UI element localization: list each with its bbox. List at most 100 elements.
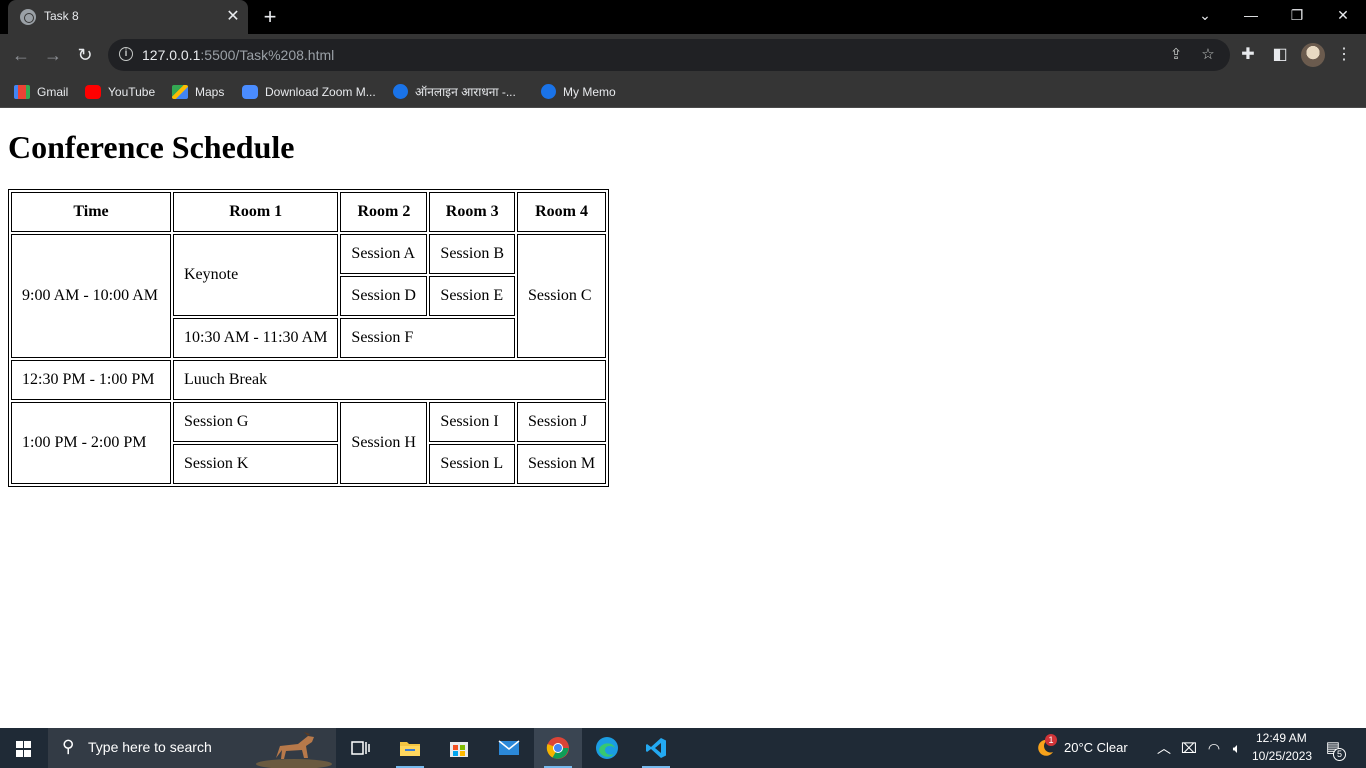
bookmarks-bar: Gmail YouTube Maps Download Zoom M... ऑन…	[0, 76, 1366, 108]
mail-icon	[498, 740, 520, 755]
bookmark-zoom[interactable]: Download Zoom M...	[242, 82, 376, 102]
globe-icon	[393, 84, 408, 99]
search-highlight-horse-icon	[256, 732, 332, 768]
forward-button[interactable]: →	[40, 42, 66, 68]
time-cell: 10:30 AM - 11:30 AM	[173, 318, 339, 358]
bookmark-gmail[interactable]: Gmail	[14, 82, 68, 102]
url-host: 127.0.0.1	[142, 47, 201, 63]
session-cell: Session E	[429, 276, 515, 316]
store-icon	[450, 742, 468, 757]
taskbar: ⚲ Type here to search 1 20°C Clear ︿ ⌧ ◠…	[0, 728, 1366, 768]
session-cell: Session I	[429, 402, 515, 442]
bookmark-label: ऑनलाइन आराधना -...	[415, 85, 516, 99]
task-view-icon	[351, 741, 370, 755]
clock-date[interactable]: 10/25/2023	[1252, 749, 1312, 763]
maps-icon	[172, 85, 188, 99]
bookmark-maps[interactable]: Maps	[172, 82, 224, 102]
table-row: 9:00 AM - 10:00 AM Keynote Session A Ses…	[11, 234, 607, 358]
taskbar-edge[interactable]	[583, 728, 631, 768]
weather-text[interactable]: 20°C Clear	[1064, 740, 1128, 755]
header-room-1: Room 1	[173, 192, 339, 232]
show-hidden-icons-chevron-icon[interactable]: ︿	[1155, 739, 1173, 757]
url-text[interactable]: 127.0.0.1:5500/Task%208.html	[142, 47, 334, 63]
table-row: 1:00 PM - 2:00 PM Session G Session H Se…	[11, 402, 607, 484]
extensions-puzzle-icon[interactable]: ✚	[1238, 44, 1258, 66]
tab-strip: Task 8 ✕ + ⌄ — ❐ ✕	[0, 0, 1366, 34]
browser-toolbar: ← → ↻ i 127.0.0.1:5500/Task%208.html ⇪ ☆…	[0, 34, 1366, 76]
bookmark-star-icon[interactable]: ☆	[1198, 45, 1218, 65]
windows-logo-icon	[16, 741, 32, 757]
taskbar-file-explorer[interactable]	[386, 728, 434, 768]
url-path: :5500/Task%208.html	[200, 47, 335, 63]
browser-tab[interactable]: Task 8 ✕	[8, 0, 248, 34]
gmail-icon	[14, 85, 30, 99]
reload-button[interactable]: ↻	[72, 42, 98, 68]
close-window-button[interactable]: ✕	[1320, 0, 1366, 32]
table-header-row: Time Room 1 Room 2 Room 3 Room 4	[11, 192, 607, 232]
globe-icon	[20, 9, 36, 25]
time-cell: 1:00 PM - 2:00 PM	[11, 402, 171, 484]
profile-avatar[interactable]	[1301, 43, 1325, 67]
page-content: Conference Schedule Time Room 1 Room 2 R…	[0, 108, 1366, 728]
share-icon[interactable]: ⇪	[1166, 45, 1186, 65]
folder-icon	[400, 742, 420, 756]
clock-time[interactable]: 12:49 AM	[1256, 731, 1307, 745]
session-cell: Session D	[340, 276, 428, 316]
session-cell: Session C	[517, 234, 607, 358]
close-tab-icon[interactable]: ✕	[224, 8, 242, 26]
session-cell: Session K	[173, 444, 339, 484]
minimize-button[interactable]: —	[1228, 0, 1274, 32]
globe-icon	[541, 84, 556, 99]
taskbar-microsoft-store[interactable]	[435, 728, 483, 768]
bookmark-my-memo[interactable]: My Memo	[541, 82, 616, 102]
bookmark-label: Download Zoom M...	[265, 85, 376, 99]
table-row: 12:30 PM - 1:00 PM Luuch Break	[11, 360, 607, 400]
tab-search-chevron-icon[interactable]: ⌄	[1182, 0, 1228, 32]
meet-now-icon[interactable]: ⌧	[1180, 739, 1198, 757]
bookmark-label: Gmail	[37, 85, 69, 99]
session-cell: Keynote	[173, 234, 339, 316]
new-tab-button[interactable]: +	[258, 5, 282, 29]
search-icon: ⚲	[62, 737, 75, 756]
notification-count-badge: 5	[1333, 748, 1346, 761]
time-cell: 12:30 PM - 1:00 PM	[11, 360, 171, 400]
weather-badge: 1	[1045, 734, 1057, 746]
header-room-2: Room 2	[340, 192, 428, 232]
vscode-icon	[646, 738, 666, 758]
taskbar-chrome[interactable]	[534, 728, 582, 768]
bookmark-online-aradhana[interactable]: ऑनलाइन आराधना -...	[393, 82, 516, 102]
site-info-icon[interactable]: i	[119, 47, 133, 61]
session-cell: Session F	[340, 318, 515, 358]
session-cell: Session G	[173, 402, 339, 442]
start-button[interactable]	[0, 728, 48, 768]
restore-button[interactable]: ❐	[1274, 0, 1320, 32]
schedule-table: Time Room 1 Room 2 Room 3 Room 4 9:00 AM…	[8, 189, 610, 487]
header-room-4: Room 4	[517, 192, 607, 232]
back-button[interactable]: ←	[8, 42, 34, 68]
task-view-button[interactable]	[336, 728, 384, 768]
side-panel-icon[interactable]: ◧	[1270, 44, 1290, 66]
edge-icon	[596, 737, 618, 759]
wifi-icon[interactable]: ◠	[1205, 739, 1223, 757]
session-cell: Session H	[340, 402, 428, 484]
session-cell: Session J	[517, 402, 607, 442]
volume-icon[interactable]: 🔈︎	[1228, 739, 1246, 757]
bookmark-youtube[interactable]: YouTube	[85, 82, 155, 102]
tab-title: Task 8	[44, 9, 79, 23]
chrome-menu-icon[interactable]: ⋮	[1334, 44, 1354, 66]
zoom-icon	[242, 85, 258, 99]
lunch-cell: Luuch Break	[173, 360, 607, 400]
bookmark-label: YouTube	[108, 85, 156, 99]
address-bar[interactable]: i 127.0.0.1:5500/Task%208.html ⇪ ☆	[108, 39, 1230, 71]
search-placeholder: Type here to search	[88, 739, 212, 755]
header-time: Time	[11, 192, 171, 232]
taskbar-vscode[interactable]	[632, 728, 680, 768]
session-cell: Session M	[517, 444, 607, 484]
taskbar-search-box[interactable]: ⚲ Type here to search	[48, 728, 336, 768]
session-cell: Session B	[429, 234, 515, 274]
taskbar-mail[interactable]	[485, 728, 533, 768]
bookmark-label: My Memo	[563, 85, 616, 99]
bookmark-label: Maps	[195, 85, 225, 99]
session-cell: Session L	[429, 444, 515, 484]
session-cell: Session A	[340, 234, 428, 274]
